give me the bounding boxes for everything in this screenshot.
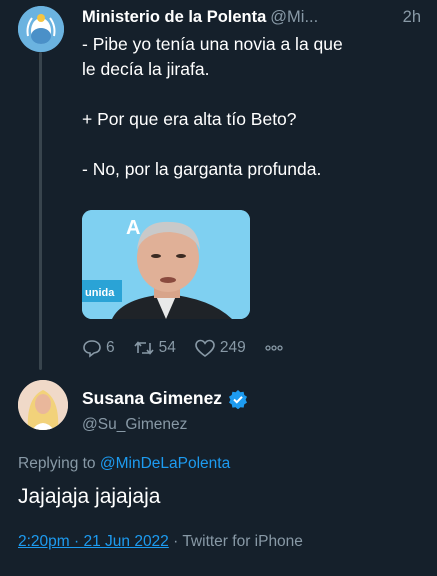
author-name[interactable]: Ministerio de la Polenta [82, 8, 266, 26]
tweet-actions: 6 54 249 [82, 336, 306, 360]
retweet-count: 54 [158, 339, 176, 356]
like-count: 249 [219, 339, 246, 356]
replying-to-link[interactable]: @MinDeLaPolenta [100, 455, 230, 472]
tweet-media-image[interactable]: unida A [82, 210, 250, 319]
more-options-icon [265, 345, 283, 351]
tweet1-text: - Pibe yo tenía una novia a la que le de… [82, 32, 427, 182]
tweet1-header: Ministerio de la Polenta @Mi... 2h [82, 6, 427, 28]
ministerio-avatar[interactable] [18, 6, 64, 52]
retweet-icon [134, 341, 154, 355]
reply-author-handle[interactable]: @Su_Gimenez [82, 416, 187, 434]
thread-line [39, 52, 42, 370]
reply-action[interactable]: 6 [82, 338, 115, 358]
tweet-line: + Por que era alta tío Beto? [82, 109, 297, 129]
tweet-time[interactable]: 2h [403, 6, 421, 28]
tweet-line: - Pibe yo tenía una novia a la que le de… [82, 34, 343, 79]
replying-to-line: Replying to @MinDeLaPolenta [18, 455, 230, 473]
author-handle[interactable]: @Mi... [270, 8, 318, 26]
timestamp-link[interactable]: 2:20pm · 21 Jun 2022 [18, 533, 169, 550]
retweet-action[interactable]: 54 [133, 338, 176, 358]
susana-avatar[interactable] [18, 380, 68, 430]
tweet-line: - No, por la garganta profunda. [82, 159, 322, 179]
replying-prefix: Replying to [18, 455, 96, 472]
reply-author-row: Susana Gimenez [82, 388, 248, 409]
more-action[interactable] [264, 338, 288, 358]
like-action[interactable]: 249 [194, 338, 246, 358]
reply-count: 6 [106, 339, 115, 356]
media-banner-text: unida [85, 287, 115, 299]
reply-icon [83, 340, 101, 358]
verified-badge-icon [229, 389, 248, 409]
reply-tweet-text: Jajajaja jajajaja [18, 485, 161, 508]
media-caption-text: A [126, 217, 140, 239]
heart-icon [195, 339, 215, 357]
tweet-source: · Twitter for iPhone [173, 533, 303, 550]
reply-author-name[interactable]: Susana Gimenez [82, 388, 222, 409]
tweet-meta: 2:20pm · 21 Jun 2022 · Twitter for iPhon… [18, 533, 303, 551]
